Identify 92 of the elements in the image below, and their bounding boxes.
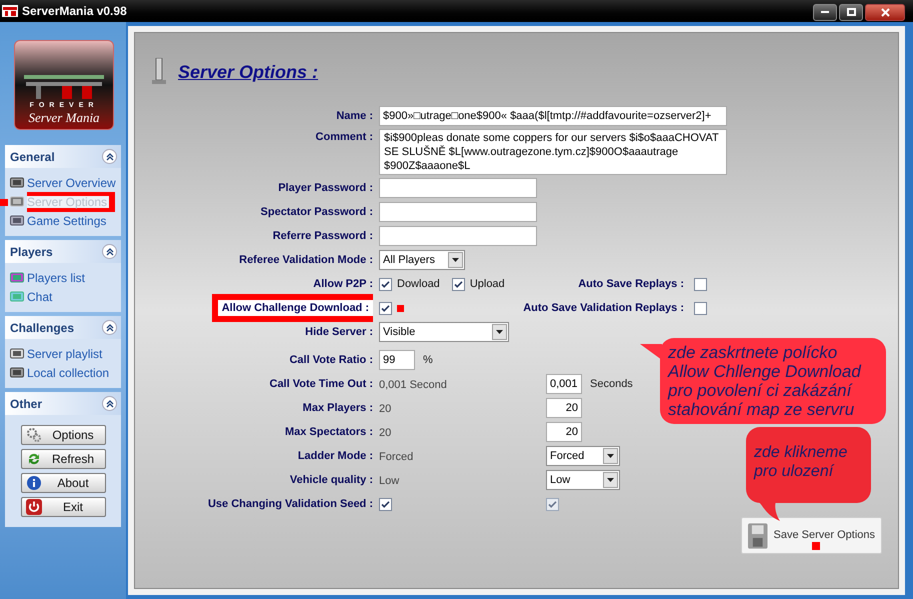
field-label: Hide Server : xyxy=(305,324,373,340)
sidebar-item[interactable]: Server Overview xyxy=(27,174,116,192)
item-icon xyxy=(10,196,24,208)
field-label: Referee Validation Mode : xyxy=(239,252,373,268)
section-header[interactable]: Players xyxy=(5,240,121,263)
unit-label: % xyxy=(423,352,433,368)
sidebar-button[interactable]: About xyxy=(20,473,106,493)
item-icon xyxy=(10,177,24,189)
sidebar-item[interactable]: Players list xyxy=(27,269,86,287)
field-label: Name : xyxy=(336,108,373,124)
input-field[interactable]: 0,001 xyxy=(546,374,582,394)
field-label: Max Players : xyxy=(302,400,373,416)
field-label: Use Changing Validation Seed : xyxy=(208,496,373,512)
collapse-chevron-icon[interactable] xyxy=(102,396,117,411)
input-field[interactable] xyxy=(379,202,537,222)
maximize-button[interactable] xyxy=(839,4,863,20)
field-label: Auto Save Validation Replays : xyxy=(523,300,684,316)
sidebar-button[interactable]: Refresh xyxy=(20,449,106,469)
field-label: Allow Challenge Download : xyxy=(212,294,373,322)
field-label: Max Spectators : xyxy=(284,424,373,440)
server-tower-icon xyxy=(152,58,166,86)
sidebar-item[interactable]: Chat xyxy=(27,288,52,306)
info-icon xyxy=(26,475,42,491)
checkbox[interactable] xyxy=(379,278,392,290)
option-label: Upload xyxy=(470,276,505,292)
logo-title: Server Mania xyxy=(28,110,100,126)
field-label: Allow P2P : xyxy=(313,276,373,292)
logo-emblem-icon xyxy=(22,73,106,101)
page-title: Server Options : xyxy=(178,60,318,84)
field-label: Ladder Mode : xyxy=(298,448,373,464)
checkbox[interactable] xyxy=(694,278,707,290)
field-label: Call Vote Time Out : xyxy=(270,376,373,392)
field-label: Vehicle quality : xyxy=(290,472,373,488)
field-label: Spectator Password : xyxy=(260,204,373,220)
collapse-chevron-icon[interactable] xyxy=(102,244,117,259)
item-icon xyxy=(10,272,24,284)
unit-label: Seconds xyxy=(590,376,633,392)
option-label: Dowload xyxy=(397,276,440,292)
field-label: Player Password : xyxy=(278,180,373,196)
input-field[interactable] xyxy=(379,178,537,198)
checkbox[interactable] xyxy=(694,302,707,314)
current-value: 20 xyxy=(379,403,392,415)
section-header[interactable]: Other xyxy=(5,392,121,415)
callout-text: zde klikneme pro ulození xyxy=(754,443,848,481)
item-icon xyxy=(10,367,24,379)
checkbox[interactable] xyxy=(379,498,392,510)
input-field[interactable]: 20 xyxy=(546,422,582,442)
minimize-button[interactable] xyxy=(813,4,837,20)
power-icon xyxy=(26,499,42,515)
checkbox[interactable] xyxy=(379,302,392,314)
sidebar-item[interactable]: Game Settings xyxy=(27,212,106,230)
section-title: General xyxy=(10,148,55,166)
dropdown[interactable]: Forced xyxy=(546,446,620,466)
current-value: Forced xyxy=(379,451,414,463)
close-icon xyxy=(880,8,890,16)
item-icon xyxy=(10,348,24,360)
input-field[interactable] xyxy=(379,226,537,246)
save-button[interactable]: Save Server Options xyxy=(741,517,882,554)
gears-icon xyxy=(26,427,42,443)
callout-text: zde zaskrtnete polícko Allow Chllenge Download pro povolení ci zakázání stahování map ze servru xyxy=(668,343,862,419)
field-label: Call Vote Ratio : xyxy=(289,352,373,368)
current-value: Low xyxy=(379,475,400,487)
collapse-chevron-icon[interactable] xyxy=(102,149,117,164)
current-value: 0,001 Second xyxy=(379,379,447,391)
item-icon xyxy=(10,215,24,227)
section-header[interactable]: Challenges xyxy=(5,316,121,339)
sidebar-item[interactable]: Local collection xyxy=(27,364,110,382)
dropdown[interactable]: Visible xyxy=(379,322,509,342)
dropdown[interactable]: Low xyxy=(546,470,620,490)
window-title: ServerMania v0.98 xyxy=(22,3,127,20)
current-value: 20 xyxy=(379,427,392,439)
collapse-chevron-icon[interactable] xyxy=(102,320,117,335)
input-field[interactable]: 99 xyxy=(379,350,415,370)
comment-field[interactable]: $i$900pleas donate some coppers for our servers $i$o$aaaCHOVAT SE SLUŠNĚ $L[www.outragezone.tym.cz]$900O$aaautrage $900Z$aaaone$L xyxy=(379,129,727,175)
section-title: Players xyxy=(10,244,53,260)
sidebar-button[interactable]: Options xyxy=(20,425,106,445)
field-label: Auto Save Replays : xyxy=(578,276,684,292)
input-field[interactable]: 20 xyxy=(546,398,582,418)
field-label: Comment : xyxy=(316,130,373,145)
section-title: Challenges xyxy=(10,320,74,336)
section-title: Other xyxy=(10,396,42,412)
dropdown[interactable]: All Players xyxy=(379,250,465,270)
app-icon xyxy=(2,5,18,17)
sidebar-button[interactable]: Exit xyxy=(20,497,106,517)
input-field[interactable]: $900»□utrage□one$900« $aaa($l[tmtp://#addfavourite=ozserver2]+ xyxy=(379,106,727,126)
sidebar-item[interactable]: Server playlist xyxy=(27,345,102,363)
field-label: Referre Password : xyxy=(272,228,373,244)
section-header[interactable]: General xyxy=(5,145,121,168)
checkbox[interactable] xyxy=(546,498,559,510)
item-icon xyxy=(10,291,24,303)
checkbox[interactable] xyxy=(452,278,465,290)
close-button[interactable] xyxy=(865,4,905,20)
